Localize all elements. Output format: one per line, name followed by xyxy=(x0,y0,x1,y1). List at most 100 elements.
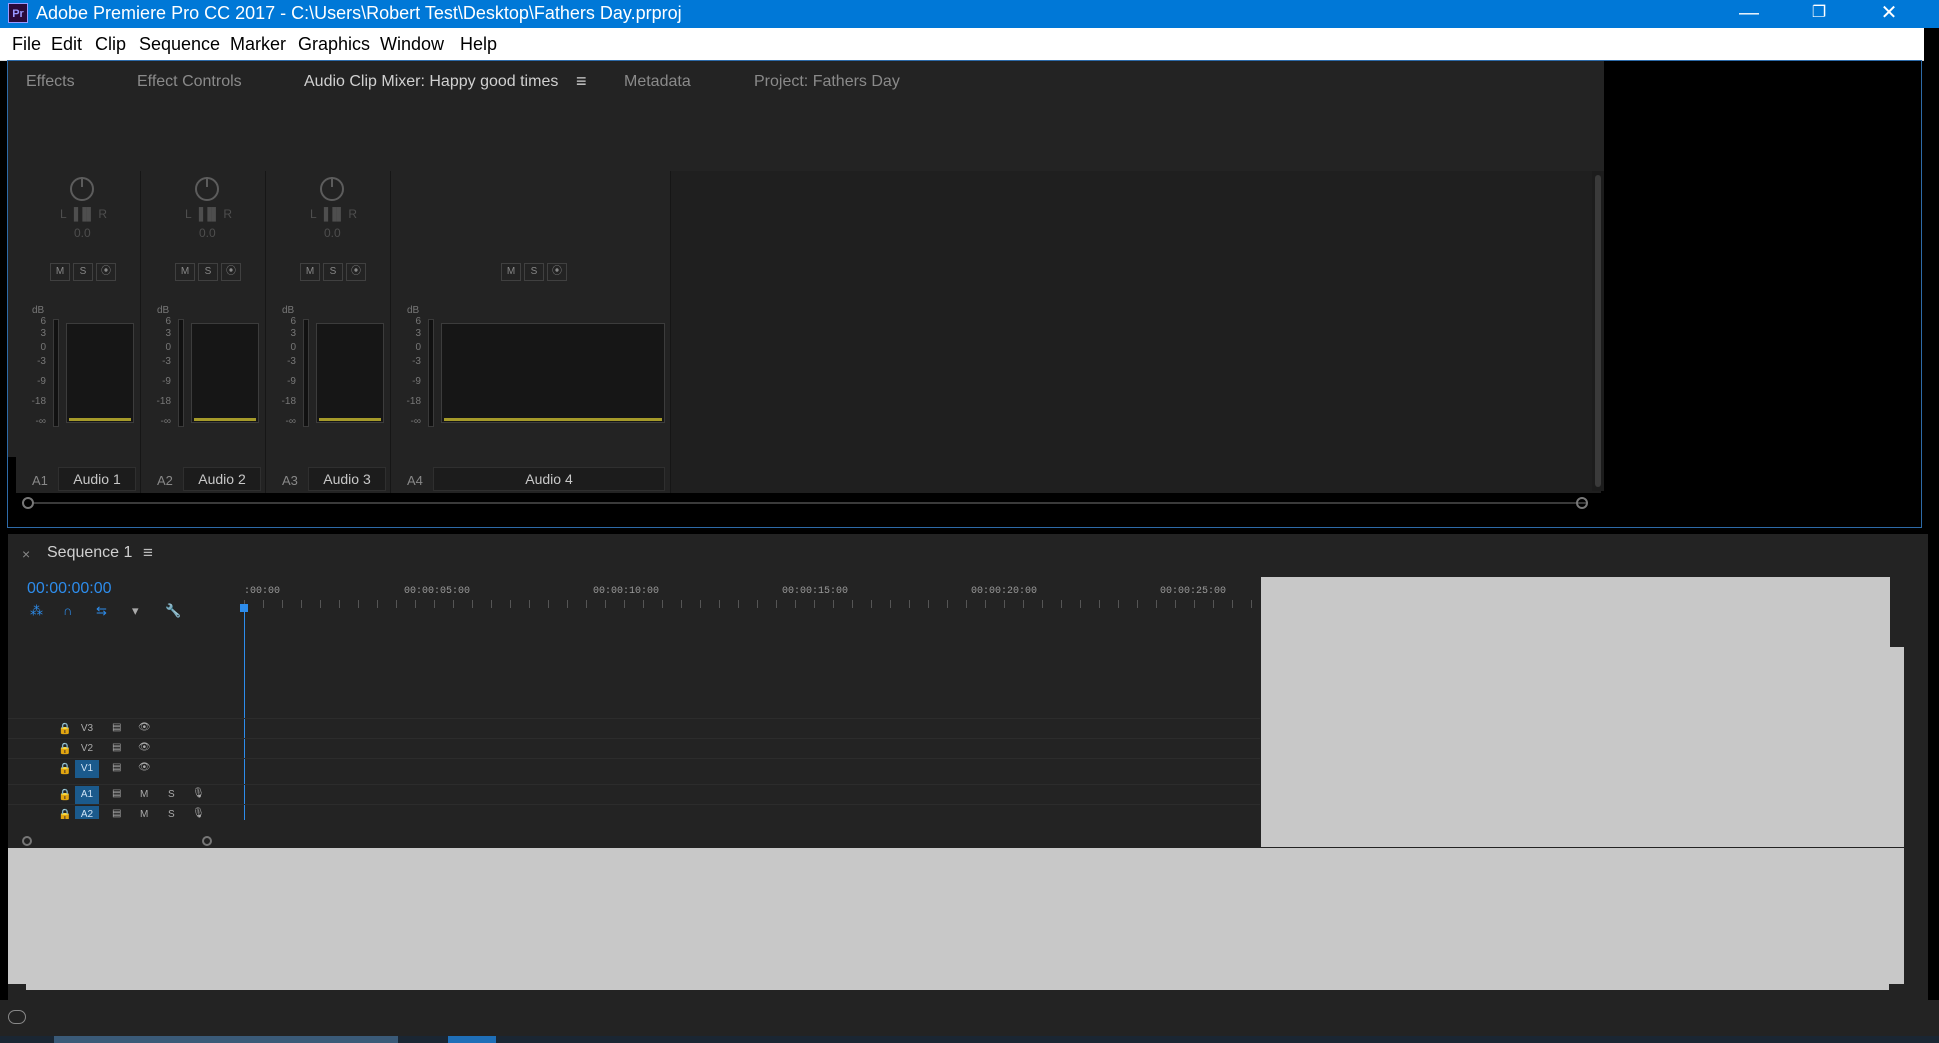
sync-lock-icon[interactable]: ▤ xyxy=(112,762,121,773)
panel-menu-icon[interactable]: ≡ xyxy=(576,71,587,92)
db-tick: -18 xyxy=(156,396,171,407)
solo-track-button[interactable]: S xyxy=(168,809,175,819)
sync-lock-icon[interactable]: ▤ xyxy=(112,722,121,733)
scroll-handle-right[interactable] xyxy=(1576,497,1588,509)
tab-project[interactable]: Project: Fathers Day xyxy=(754,73,900,91)
sequence-tab[interactable]: Sequence 1 xyxy=(47,544,132,562)
tab-effect-controls[interactable]: Effect Controls xyxy=(137,73,242,91)
mute-button[interactable]: M xyxy=(300,263,320,281)
empty-panel-area xyxy=(8,848,1904,984)
sync-lock-icon[interactable]: ▤ xyxy=(112,808,121,819)
solo-track-button[interactable]: S xyxy=(168,789,175,800)
db-tick: -9 xyxy=(162,376,171,387)
track-label[interactable]: V1 xyxy=(75,760,99,778)
add-marker-icon[interactable]: ▾ xyxy=(132,603,139,619)
track-label[interactable]: A1 xyxy=(75,786,99,804)
mute-button[interactable]: M xyxy=(175,263,195,281)
pan-value[interactable]: 0.0 xyxy=(74,226,91,240)
record-button[interactable]: ⦿ xyxy=(346,263,366,281)
solo-button[interactable]: S xyxy=(73,263,93,281)
creative-cloud-sync-icon[interactable] xyxy=(8,1010,26,1024)
time-ruler[interactable]: :00:00 00:00:05:00 00:00:10:00 00:00:15:… xyxy=(244,586,1268,608)
menu-sequence[interactable]: Sequence xyxy=(139,34,220,55)
record-button[interactable]: ⦿ xyxy=(96,263,116,281)
sync-lock-icon[interactable]: ▤ xyxy=(112,742,121,753)
pan-value[interactable]: 0.0 xyxy=(199,226,216,240)
level-meter xyxy=(66,323,134,423)
volume-fader[interactable] xyxy=(178,319,184,427)
close-sequence-icon[interactable]: × xyxy=(22,546,30,562)
minimize-button[interactable]: — xyxy=(1714,0,1784,28)
record-button[interactable]: ⦿ xyxy=(221,263,241,281)
db-tick: -18 xyxy=(31,396,46,407)
eye-icon[interactable]: 👁 xyxy=(138,762,151,773)
volume-fader[interactable] xyxy=(53,319,59,427)
lock-icon[interactable]: 🔒 xyxy=(58,742,72,755)
menu-help[interactable]: Help xyxy=(460,34,497,55)
mixer-vertical-scrollbar[interactable] xyxy=(1592,171,1604,491)
solo-button[interactable]: S xyxy=(198,263,218,281)
track-label[interactable]: V3 xyxy=(75,720,99,738)
menu-marker[interactable]: Marker xyxy=(230,34,286,55)
snap-icon[interactable]: ∩ xyxy=(63,603,72,618)
solo-button[interactable]: S xyxy=(323,263,343,281)
lock-icon[interactable]: 🔒 xyxy=(58,788,72,801)
level-meter xyxy=(191,323,259,423)
nest-toggle-icon[interactable]: ⁂ xyxy=(30,603,43,619)
microphone-icon[interactable]: 🎙 xyxy=(192,808,205,819)
lock-icon[interactable]: 🔒 xyxy=(58,808,72,819)
zoom-handle-right[interactable] xyxy=(202,836,212,846)
tab-audio-clip-mixer[interactable]: Audio Clip Mixer: Happy good times xyxy=(304,73,558,91)
channel-name[interactable]: Audio 3 xyxy=(308,467,386,491)
track-label[interactable]: A2 xyxy=(75,806,99,819)
pan-knob-icon[interactable] xyxy=(195,177,219,201)
microphone-icon[interactable]: 🎙 xyxy=(192,788,205,799)
playhead-timecode[interactable]: 00:00:00:00 xyxy=(27,580,112,598)
pan-knob-icon[interactable] xyxy=(320,177,344,201)
sequence-menu-icon[interactable]: ≡ xyxy=(143,543,153,563)
db-tick: 0 xyxy=(415,342,421,353)
eye-icon[interactable]: 👁 xyxy=(138,742,151,753)
db-unit-label: dB xyxy=(157,305,170,316)
close-button[interactable]: ✕ xyxy=(1854,0,1924,28)
sync-lock-icon[interactable]: ▤ xyxy=(112,788,121,799)
menu-clip[interactable]: Clip xyxy=(95,34,126,55)
record-button[interactable]: ⦿ xyxy=(547,263,567,281)
linked-selection-icon[interactable]: ⇆ xyxy=(96,603,107,619)
menu-file[interactable]: File xyxy=(12,34,41,55)
lock-icon[interactable]: 🔒 xyxy=(58,762,72,775)
restore-button[interactable]: ❐ xyxy=(1784,0,1854,28)
mute-track-button[interactable]: M xyxy=(140,809,148,819)
meter-level-bar xyxy=(444,418,662,421)
eye-icon[interactable]: 👁 xyxy=(138,722,151,733)
lock-icon[interactable]: 🔒 xyxy=(58,722,72,735)
volume-fader[interactable] xyxy=(303,319,309,427)
solo-button[interactable]: S xyxy=(524,263,544,281)
menu-edit[interactable]: Edit xyxy=(51,34,82,55)
mute-button[interactable]: M xyxy=(50,263,70,281)
pan-knob-icon[interactable] xyxy=(70,177,94,201)
taskbar-item[interactable] xyxy=(54,1036,398,1043)
channel-name[interactable]: Audio 4 xyxy=(433,467,665,491)
pan-value[interactable]: 0.0 xyxy=(324,226,341,240)
menu-window[interactable]: Window xyxy=(380,34,444,55)
taskbar-item-active[interactable] xyxy=(448,1036,496,1043)
channel-name[interactable]: Audio 2 xyxy=(183,467,261,491)
tab-effects[interactable]: Effects xyxy=(26,73,75,91)
volume-fader[interactable] xyxy=(428,319,434,427)
settings-wrench-icon[interactable]: 🔧 xyxy=(165,603,181,619)
menu-graphics[interactable]: Graphics xyxy=(298,34,370,55)
zoom-handle-left[interactable] xyxy=(22,836,32,846)
db-tick: -9 xyxy=(412,376,421,387)
scroll-handle-left[interactable] xyxy=(22,497,34,509)
mute-button[interactable]: M xyxy=(501,263,521,281)
timeline-zoom-scrollbar[interactable] xyxy=(22,836,1270,848)
mixer-horizontal-scrollbar[interactable] xyxy=(22,495,1600,511)
track-label[interactable]: V2 xyxy=(75,740,99,758)
scrollbar-thumb[interactable] xyxy=(1595,175,1601,487)
channel-name[interactable]: Audio 1 xyxy=(58,467,136,491)
tab-metadata[interactable]: Metadata xyxy=(624,73,691,91)
mute-track-button[interactable]: M xyxy=(140,789,148,800)
db-tick: -∞ xyxy=(160,416,171,427)
db-tick: -3 xyxy=(412,356,421,367)
